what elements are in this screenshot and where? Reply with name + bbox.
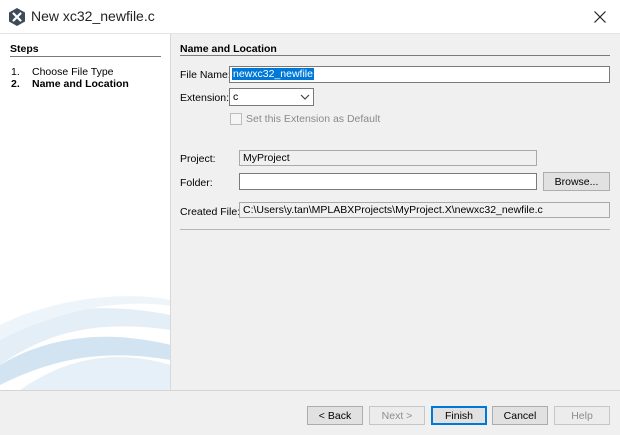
chevron-down-icon xyxy=(300,94,310,100)
file-name-input[interactable]: newxc32_newfile xyxy=(229,66,610,83)
step-number: 2. xyxy=(11,78,20,90)
folder-label: Folder: xyxy=(180,177,213,189)
next-button[interactable]: Next > xyxy=(369,406,425,425)
footer-divider xyxy=(0,390,620,391)
step-number: 1. xyxy=(11,66,20,78)
window-title: New xc32_newfile.c xyxy=(31,8,155,24)
file-name-value: newxc32_newfile xyxy=(232,68,314,80)
finish-button[interactable]: Finish xyxy=(431,406,487,425)
step-choose-file-type: 1. Choose File Type xyxy=(11,66,114,78)
folder-input[interactable] xyxy=(239,173,537,190)
back-button[interactable]: < Back xyxy=(307,406,363,425)
step-label: Name and Location xyxy=(32,78,129,90)
created-file-field: C:\Users\y.tan\MPLABXProjects\MyProject.… xyxy=(239,202,610,218)
panel-heading: Name and Location xyxy=(180,43,277,55)
step-label: Choose File Type xyxy=(32,66,114,78)
step-name-and-location: 2. Name and Location xyxy=(11,78,129,90)
panel-divider xyxy=(180,55,610,56)
close-icon xyxy=(594,11,606,23)
steps-panel: Steps 1. Choose File Type 2. Name and Loca… xyxy=(0,34,171,390)
created-file-label: Created File: xyxy=(180,206,241,218)
steps-divider xyxy=(10,56,161,57)
cancel-button[interactable]: Cancel xyxy=(492,406,548,425)
extension-value: c xyxy=(233,91,239,103)
mplab-app-icon xyxy=(9,8,25,26)
project-field: MyProject xyxy=(239,150,537,166)
title-bar: New xc32_newfile.c xyxy=(0,0,620,34)
default-extension-label: Set this Extension as Default xyxy=(246,113,381,125)
browse-button[interactable]: Browse... xyxy=(543,172,610,191)
steps-heading: Steps xyxy=(10,43,39,55)
decorative-swoosh-graphic xyxy=(0,296,170,390)
extension-select[interactable]: c xyxy=(229,88,314,106)
default-extension-checkbox[interactable] xyxy=(230,113,242,125)
extension-label: Extension: xyxy=(180,92,230,104)
content-divider xyxy=(180,229,610,230)
project-label: Project: xyxy=(180,153,216,165)
help-button[interactable]: Help xyxy=(554,406,610,425)
close-button[interactable] xyxy=(580,0,620,34)
file-name-label: File Name: xyxy=(180,69,231,81)
